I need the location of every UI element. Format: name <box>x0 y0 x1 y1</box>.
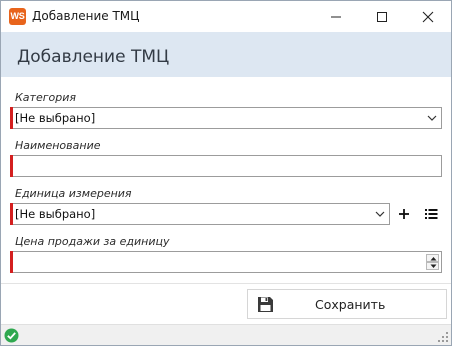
check-circle-icon <box>4 328 19 343</box>
price-label: Цена продажи за единицу <box>15 235 170 248</box>
close-icon <box>422 11 434 23</box>
status-bar <box>1 324 451 345</box>
resize-grip-icon[interactable] <box>438 332 448 342</box>
save-button[interactable]: Сохранить <box>247 289 447 319</box>
window-title: Добавление ТМЦ <box>32 9 140 23</box>
caret-down-icon <box>430 264 437 268</box>
unit-list-button[interactable] <box>420 203 442 225</box>
list-icon <box>425 209 438 219</box>
save-button-label: Сохранить <box>315 297 386 312</box>
chevron-down-icon[interactable] <box>375 210 385 218</box>
name-label: Наименование <box>15 139 101 152</box>
spin-down-button[interactable] <box>426 262 439 270</box>
plus-icon <box>399 209 409 219</box>
maximize-button[interactable] <box>359 1 405 32</box>
add-unit-button[interactable] <box>393 203 415 225</box>
minimize-icon <box>331 16 341 18</box>
close-button[interactable] <box>405 1 451 32</box>
title-bar[interactable]: WS Добавление ТМЦ <box>1 1 451 32</box>
name-input[interactable] <box>10 155 442 177</box>
unit-label: Единица измерения <box>15 187 132 200</box>
unit-dropdown[interactable]: [Не выбрано] <box>10 203 390 225</box>
required-marker <box>10 203 13 225</box>
dialog-window: WS Добавление ТМЦ Добавление ТМЦ Категор… <box>0 0 452 346</box>
price-spinner[interactable] <box>426 254 439 270</box>
category-dropdown[interactable]: [Не выбрано] <box>10 107 442 129</box>
required-marker <box>10 155 13 177</box>
category-value: [Не выбрано] <box>15 111 96 125</box>
page-title: Добавление ТМЦ <box>17 47 170 67</box>
footer-divider <box>1 283 451 284</box>
maximize-icon <box>377 12 387 22</box>
required-marker <box>10 107 13 129</box>
spin-up-button[interactable] <box>426 254 439 262</box>
caret-up-icon <box>430 257 437 261</box>
required-marker <box>10 251 13 273</box>
category-label: Категория <box>15 91 76 104</box>
app-logo-icon: WS <box>9 8 26 25</box>
floppy-disk-icon <box>258 297 273 312</box>
unit-value: [Не выбрано] <box>15 207 96 221</box>
minimize-button[interactable] <box>313 1 359 32</box>
chevron-down-icon[interactable] <box>427 114 437 122</box>
price-input[interactable] <box>10 251 442 273</box>
